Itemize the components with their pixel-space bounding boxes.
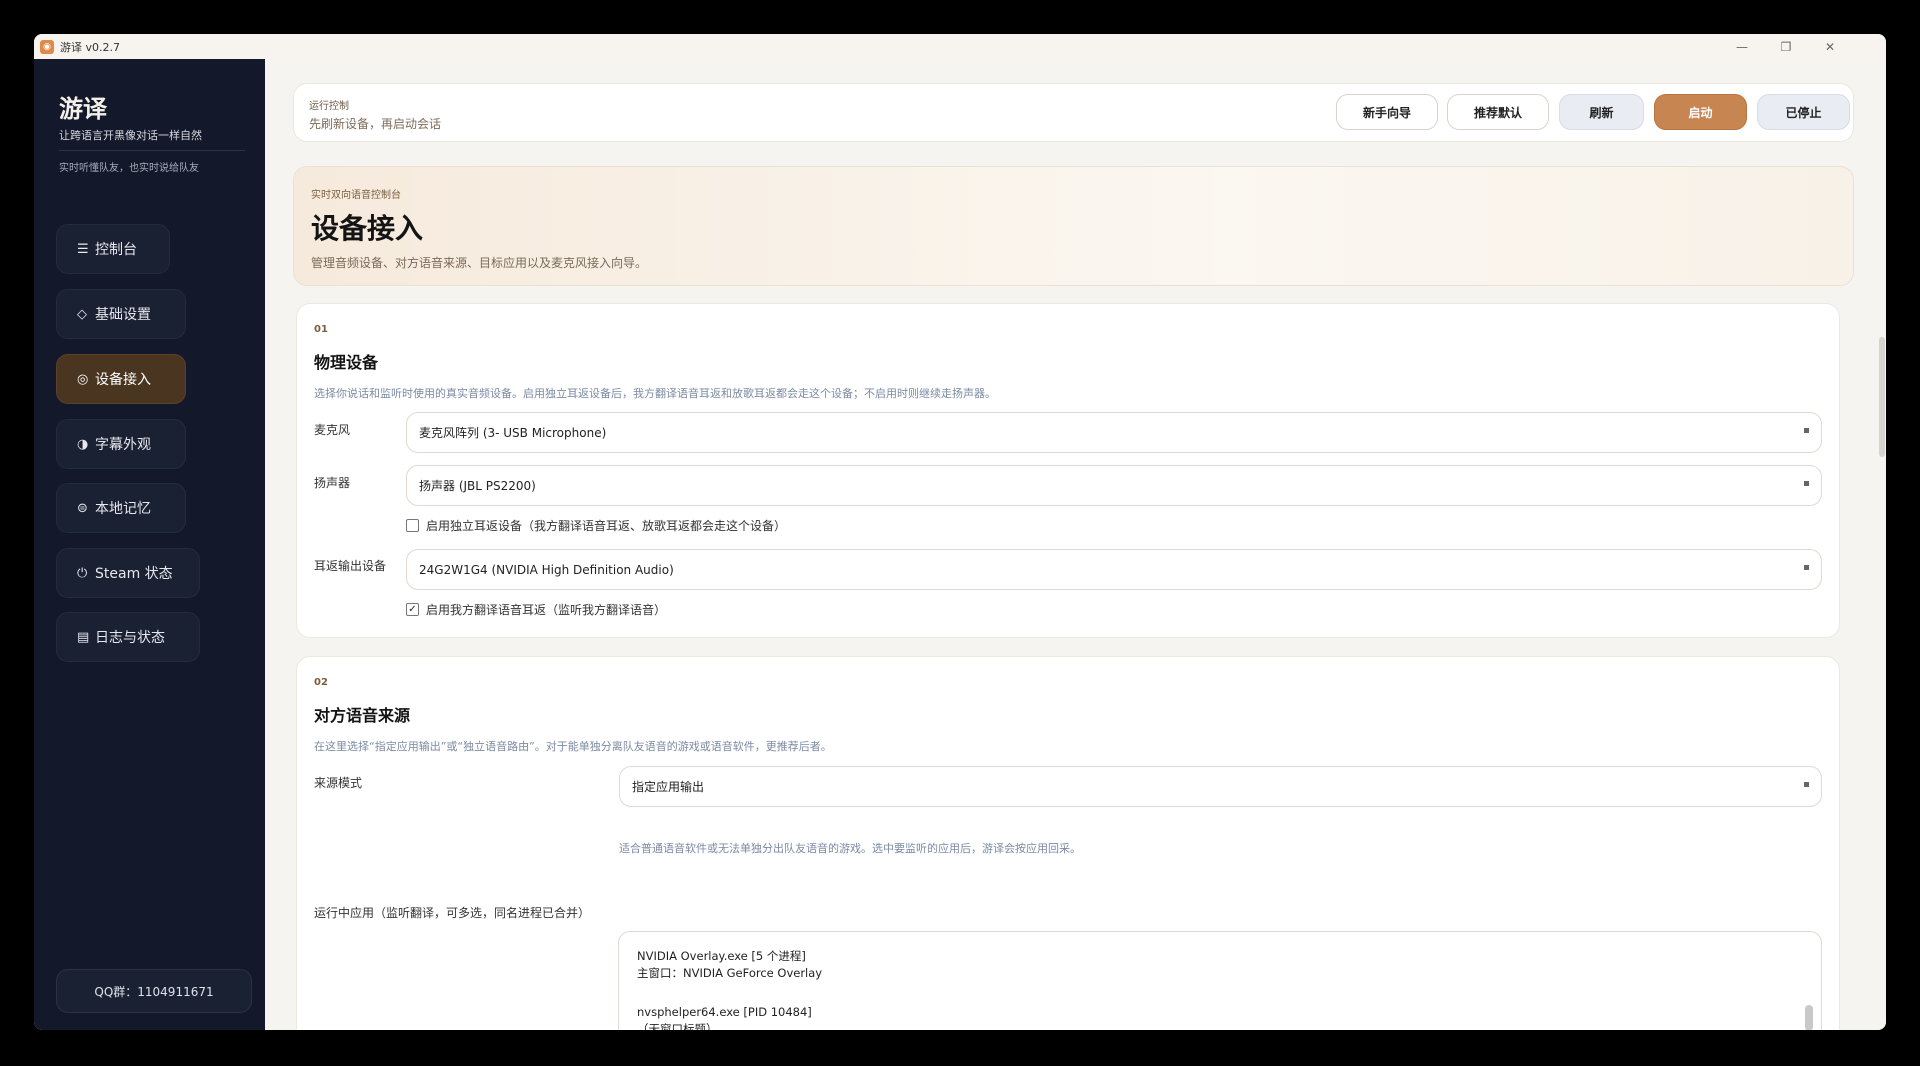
console-icon: ☰ <box>77 241 89 257</box>
qq-group-button[interactable]: QQ群：1104911671 <box>56 969 252 1013</box>
list-scrollbar[interactable] <box>1805 1005 1813 1030</box>
stopped-status-button[interactable]: 已停止 <box>1757 94 1850 130</box>
brand-subtag: 实时听懂队友，也实时说给队友 <box>59 163 199 174</box>
restore-icon[interactable]: ❐ <box>1764 34 1808 59</box>
page-title: 设备接入 <box>311 212 424 245</box>
dropdown-icon <box>1804 782 1809 787</box>
app-process-name: NVIDIA Overlay.exe [5 个进程] <box>637 949 806 963</box>
main-content: 运行控制 先刷新设备，再启动会话 新手向导 推荐默认 刷新 启动 已停止 实时双… <box>265 59 1886 1030</box>
speaker-value: 扬声器 (JBL PS2200) <box>419 479 536 493</box>
sidebar-divider <box>59 150 245 151</box>
sidebar-item-label: 设备接入 <box>95 372 151 388</box>
dropdown-icon <box>1804 428 1809 433</box>
page-scrollbar[interactable] <box>1879 337 1885 457</box>
sidebar-item-memory[interactable]: ⊜ 本地记忆 <box>56 483 186 533</box>
memory-icon: ⊜ <box>77 500 88 516</box>
running-apps-label: 运行中应用（监听翻译，可多选，同名进程已合并） <box>314 906 591 920</box>
sidebar-item-logs[interactable]: ▤ 日志与状态 <box>56 612 200 662</box>
close-icon[interactable]: ✕ <box>1808 34 1852 59</box>
list-item[interactable]: NVIDIA Overlay.exe [5 个进程] 主窗口：NVIDIA Ge… <box>637 948 822 982</box>
monitor-output-value: 24G2W1G4 (NVIDIA High Definition Audio) <box>419 562 674 577</box>
independent-monitor-label: 启用独立耳返设备（我方翻译语音耳返、放歌耳返都会走这个设备） <box>426 519 787 533</box>
monitor-output-label: 耳返输出设备 <box>314 559 387 573</box>
page-kicker: 实时双向语音控制台 <box>311 190 401 201</box>
sidebar-item-label: 基础设置 <box>95 307 151 323</box>
speaker-select[interactable]: 扬声器 (JBL PS2200) <box>406 465 1822 506</box>
sidebar-item-subtitle[interactable]: ◑ 字幕外观 <box>56 419 186 469</box>
run-control-label: 运行控制 <box>309 101 349 112</box>
checkbox-unchecked-icon <box>406 519 419 532</box>
sidebar-item-label: 字幕外观 <box>95 437 151 453</box>
app-process-name: nvsphelper64.exe [PID 10484] <box>637 1005 812 1019</box>
sidebar-item-label: Steam 状态 <box>95 566 173 582</box>
list-item[interactable]: nvsphelper64.exe [PID 10484] （无窗口标题） <box>637 1004 812 1030</box>
source-mode-select[interactable]: 指定应用输出 <box>619 766 1822 807</box>
sidebar-item-device[interactable]: ◎ 设备接入 <box>56 354 186 404</box>
speaker-label: 扬声器 <box>314 476 351 490</box>
section-number: 02 <box>314 677 328 688</box>
title-bar: ◉ 游译 v0.2.7 — ❐ ✕ <box>34 34 1886 59</box>
brand-title: 游译 <box>59 95 107 123</box>
independent-monitor-checkbox[interactable]: 启用独立耳返设备（我方翻译语音耳返、放歌耳返都会走这个设备） <box>406 517 786 534</box>
source-mode-hint: 适合普通语音软件或无法单独分出队友语音的游戏。选中要监听的应用后，游译会按应用回… <box>619 842 1081 855</box>
sidebar-item-label: 日志与状态 <box>95 630 165 646</box>
source-mode-label: 来源模式 <box>314 776 363 790</box>
sidebar-item-label: 本地记忆 <box>95 501 151 517</box>
minimize-icon[interactable]: — <box>1720 34 1764 59</box>
physical-devices-card: 01 物理设备 选择你说话和监听时使用的真实音频设备。启用独立耳返设备后，我方翻… <box>296 303 1840 638</box>
section-number: 01 <box>314 324 328 335</box>
guide-button[interactable]: 新手向导 <box>1336 94 1438 130</box>
steam-icon: ⏻ <box>77 565 88 581</box>
brand-tagline: 让跨语言开黑像对话一样自然 <box>59 129 202 142</box>
device-icon: ◎ <box>77 371 89 387</box>
sidebar-item-console[interactable]: ☰ 控制台 <box>56 224 170 274</box>
checkmark-icon: ✓ <box>406 603 419 616</box>
dropdown-icon <box>1804 565 1809 570</box>
settings-diamond-icon: ◇ <box>77 306 87 322</box>
log-icon: ▤ <box>77 629 90 645</box>
run-control-bar: 运行控制 先刷新设备，再启动会话 新手向导 推荐默认 刷新 启动 已停止 <box>293 83 1854 142</box>
dropdown-icon <box>1804 481 1809 486</box>
source-mode-value: 指定应用输出 <box>632 780 705 794</box>
window-title: 游译 v0.2.7 <box>60 40 120 54</box>
sidebar-item-steam[interactable]: ⏻ Steam 状态 <box>56 548 200 598</box>
page-header: 实时双向语音控制台 设备接入 管理音频设备、对方语音来源、目标应用以及麦克风接入… <box>293 166 1854 286</box>
section-description: 选择你说话和监听时使用的真实音频设备。启用独立耳返设备后，我方翻译语音耳返和放歌… <box>314 387 996 400</box>
mic-label: 麦克风 <box>314 423 351 437</box>
self-monitor-label: 启用我方翻译语音耳返（监听我方翻译语音） <box>426 603 667 617</box>
app-logo-icon: ◉ <box>40 39 54 54</box>
subtitle-icon: ◑ <box>77 436 89 452</box>
sidebar-item-label: 控制台 <box>95 242 137 258</box>
run-control-subtitle: 先刷新设备，再启动会话 <box>309 117 442 131</box>
running-apps-list[interactable]: NVIDIA Overlay.exe [5 个进程] 主窗口：NVIDIA Ge… <box>618 931 1822 1030</box>
start-button[interactable]: 启动 <box>1654 94 1747 130</box>
mic-value: 麦克风阵列 (3- USB Microphone) <box>419 426 607 440</box>
section-title: 物理设备 <box>314 353 379 372</box>
recommend-default-button[interactable]: 推荐默认 <box>1447 94 1549 130</box>
section-description: 在这里选择“指定应用输出”或“独立语音路由”。对于能单独分离队友语音的游戏或语音… <box>314 740 832 753</box>
app-window: ◉ 游译 v0.2.7 — ❐ ✕ 游译 让跨语言开黑像对话一样自然 实时听懂队… <box>34 34 1886 1030</box>
monitor-output-select[interactable]: 24G2W1G4 (NVIDIA High Definition Audio) <box>406 549 1822 590</box>
app-window-title: 主窗口：NVIDIA GeForce Overlay <box>637 966 823 980</box>
page-description: 管理音频设备、对方语音来源、目标应用以及麦克风接入向导。 <box>311 256 648 270</box>
sidebar: 游译 让跨语言开黑像对话一样自然 实时听懂队友，也实时说给队友 ☰ 控制台 ◇ … <box>34 59 265 1030</box>
mic-select[interactable]: 麦克风阵列 (3- USB Microphone) <box>406 412 1822 453</box>
app-window-title: （无窗口标题） <box>637 1022 718 1030</box>
section-title: 对方语音来源 <box>314 706 411 725</box>
self-monitor-checkbox[interactable]: ✓ 启用我方翻译语音耳返（监听我方翻译语音） <box>406 601 666 618</box>
refresh-button[interactable]: 刷新 <box>1559 94 1644 130</box>
sidebar-item-basic-settings[interactable]: ◇ 基础设置 <box>56 289 186 339</box>
